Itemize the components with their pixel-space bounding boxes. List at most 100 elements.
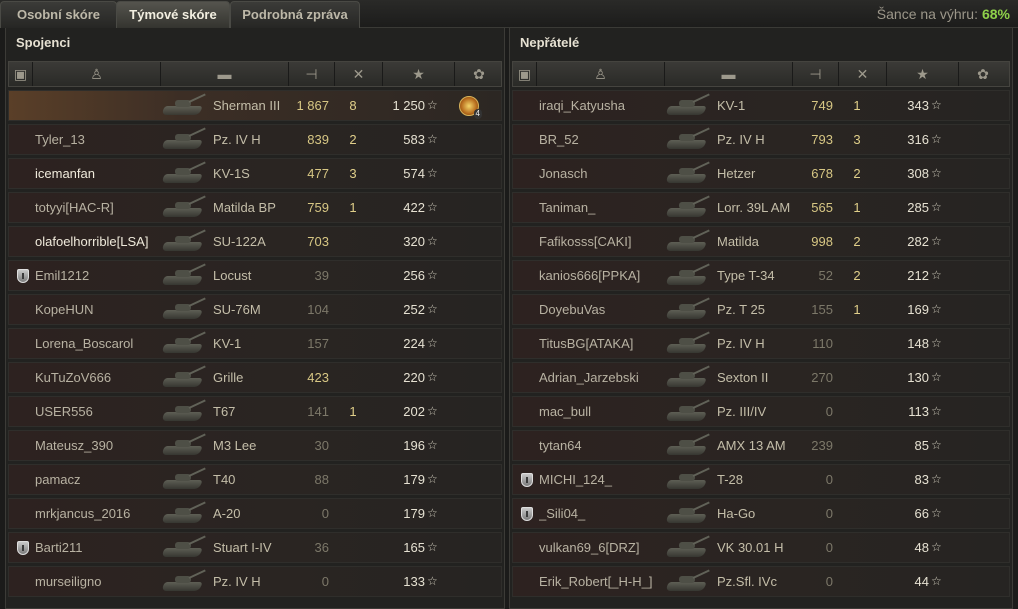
tank-name: Lorr. 39L AM xyxy=(717,200,791,215)
allies-title: Spojenci xyxy=(16,35,71,50)
player-row[interactable]: Tyler_13 Pz. IV H 839 2 583 ☆ xyxy=(8,124,502,155)
player-row[interactable]: Jonasch Hetzer 678 2 308 ☆ xyxy=(512,158,1010,189)
achievement-cell xyxy=(449,159,489,188)
tank-icon xyxy=(663,160,711,185)
kills-value xyxy=(339,567,367,596)
kills-value: 1 xyxy=(349,200,357,215)
player-row[interactable]: Barti211 Stuart I-IV 36 165 ☆ xyxy=(8,532,502,563)
player-row[interactable]: Fafikosss[CAKI] Matilda 998 2 282 ☆ xyxy=(512,226,1010,257)
tank-name: T67 xyxy=(213,404,236,419)
kills-value xyxy=(843,499,871,528)
player-row[interactable]: DoyebuVas Pz. T 25 155 1 169 ☆ xyxy=(512,294,1010,325)
xp-value: 85 xyxy=(914,438,929,453)
platoon-cell xyxy=(517,193,537,222)
player-row[interactable]: mac_bull Pz. III/IV 0 113 ☆ xyxy=(512,396,1010,427)
tank-name: Pz. IV H xyxy=(213,132,261,147)
damage-value: 703 xyxy=(307,234,329,249)
player-row[interactable]: KopeHUN SU-76M 104 252 ☆ xyxy=(8,294,502,325)
medal-icon[interactable]: 4 xyxy=(459,95,482,119)
xp-value: 256 xyxy=(403,268,425,283)
player-name: _Sili04_ xyxy=(539,506,586,521)
player-row[interactable]: Taniman_ Lorr. 39L AM 565 1 285 ☆ xyxy=(512,192,1010,223)
player-row[interactable]: olafoelhorrible[LSA] SU-122A 703 320 ☆ xyxy=(8,226,502,257)
tank-name: Pz. III/IV xyxy=(717,404,767,419)
player-row[interactable]: Erik_Robert[_H-H_] Pz.Sfl. IVc 0 44 ☆ xyxy=(512,566,1010,597)
player-row[interactable]: USER556 T67 141 1 202 ☆ xyxy=(8,396,502,427)
header-platoon-icon[interactable]: ▣ xyxy=(9,62,33,86)
xp-value: 130 xyxy=(907,370,929,385)
header-kills-icon[interactable]: ✕ xyxy=(335,62,383,86)
player-row[interactable]: iraqi_Katyusha KV-1 749 1 343 ☆ xyxy=(512,90,1010,121)
player-row[interactable]: mrkjancus_2016 A-20 0 179 ☆ xyxy=(8,498,502,529)
header-damage-icon[interactable]: ⊣ xyxy=(793,62,839,86)
star-icon: ☆ xyxy=(931,234,942,248)
player-row[interactable]: BR_52 Pz. IV H 793 3 316 ☆ xyxy=(512,124,1010,155)
tank-name: Grille xyxy=(213,370,244,385)
player-row[interactable]: Emil1212 Locust 39 256 ☆ xyxy=(8,260,502,291)
player-name: totyyi[HAC-R] xyxy=(35,200,114,215)
player-name: Erik_Robert[_H-H_] xyxy=(539,574,653,589)
header-xp-star-icon[interactable]: ★ xyxy=(887,62,959,86)
player-name: tytan64 xyxy=(539,438,582,453)
xp-value: 212 xyxy=(907,268,929,283)
player-name: pamacz xyxy=(35,472,81,487)
star-icon: ☆ xyxy=(427,404,438,418)
tab-personal-score[interactable]: Osobní skóre xyxy=(0,1,117,28)
header-vehicle-icon[interactable]: ▬ xyxy=(665,62,793,86)
player-row[interactable]: totyyi[HAC-R] Matilda BP 759 1 422 ☆ xyxy=(8,192,502,223)
header-player-icon[interactable]: ♙ xyxy=(537,62,665,86)
xp-value: 252 xyxy=(403,302,425,317)
player-row[interactable]: murseiligno Pz. IV H 0 133 ☆ xyxy=(8,566,502,597)
header-kills-icon[interactable]: ✕ xyxy=(839,62,887,86)
player-row[interactable]: kanios666[PPKA] Type T-34 52 2 212 ☆ xyxy=(512,260,1010,291)
star-icon: ☆ xyxy=(931,268,942,282)
achievement-cell xyxy=(953,159,993,188)
kills-value xyxy=(339,329,367,358)
tank-image xyxy=(659,159,715,188)
player-row[interactable]: Adrian_Jarzebski Sexton II 270 130 ☆ xyxy=(512,362,1010,393)
header-damage-icon[interactable]: ⊣ xyxy=(289,62,335,86)
tab-team-score[interactable]: Týmové skóre xyxy=(116,1,230,28)
header-xp-star-icon[interactable]: ★ xyxy=(383,62,455,86)
achievement-cell xyxy=(953,91,993,120)
player-name: murseiligno xyxy=(35,574,102,589)
player-row[interactable]: pamacz T40 88 179 ☆ xyxy=(8,464,502,495)
tank-name: Matilda BP xyxy=(213,200,276,215)
kills-value: 2 xyxy=(349,132,357,147)
tank-icon xyxy=(663,296,711,321)
platoon-cell xyxy=(13,91,33,120)
damage-value: 423 xyxy=(307,370,329,385)
player-row[interactable]: tytan64 AMX 13 AM 239 85 ☆ xyxy=(512,430,1010,461)
star-icon: ☆ xyxy=(931,302,942,316)
platoon-cell xyxy=(13,567,33,596)
tank-name: KV-1S xyxy=(213,166,250,181)
player-row[interactable]: MICHI_124_ T-28 0 83 ☆ xyxy=(512,464,1010,495)
tank-image xyxy=(155,261,211,290)
platoon-cell xyxy=(517,125,537,154)
player-row[interactable]: Mateusz_390 M3 Lee 30 196 ☆ xyxy=(8,430,502,461)
tank-icon xyxy=(663,466,711,491)
xp-value: 169 xyxy=(907,302,929,317)
player-row[interactable]: vulkan69_6[DRZ] VK 30.01 H 0 48 ☆ xyxy=(512,532,1010,563)
player-name: mac_bull xyxy=(539,404,592,419)
player-row[interactable]: _Sili04_ Ha-Go 0 66 ☆ xyxy=(512,498,1010,529)
header-achievement-icon[interactable]: ✿ xyxy=(455,62,503,86)
player-row[interactable]: KuTuZoV666 Grille 423 220 ☆ xyxy=(8,362,502,393)
damage-value: 88 xyxy=(314,472,329,487)
platoon-cell xyxy=(517,295,537,324)
tab-detailed-report[interactable]: Podrobná zpráva xyxy=(230,1,360,28)
header-vehicle-icon[interactable]: ▬ xyxy=(161,62,289,86)
star-icon: ☆ xyxy=(931,540,942,554)
player-row[interactable]: Sherman III 1 867 8 1 250 ☆ 4 xyxy=(8,90,502,121)
tank-image xyxy=(659,567,715,596)
header-player-icon[interactable]: ♙ xyxy=(33,62,161,86)
xp-value: 133 xyxy=(403,574,425,589)
player-row[interactable]: Lorena_Boscarol KV-1 157 224 ☆ xyxy=(8,328,502,359)
damage-value: 36 xyxy=(314,540,329,555)
header-achievement-icon[interactable]: ✿ xyxy=(959,62,1007,86)
player-row[interactable]: TitusBG[ATAKA] Pz. IV H 110 148 ☆ xyxy=(512,328,1010,359)
player-row[interactable]: icemanfan KV-1S 477 3 574 ☆ xyxy=(8,158,502,189)
enemies-title: Nepřátelé xyxy=(520,35,580,50)
player-name: mrkjancus_2016 xyxy=(35,506,131,521)
header-platoon-icon[interactable]: ▣ xyxy=(513,62,537,86)
